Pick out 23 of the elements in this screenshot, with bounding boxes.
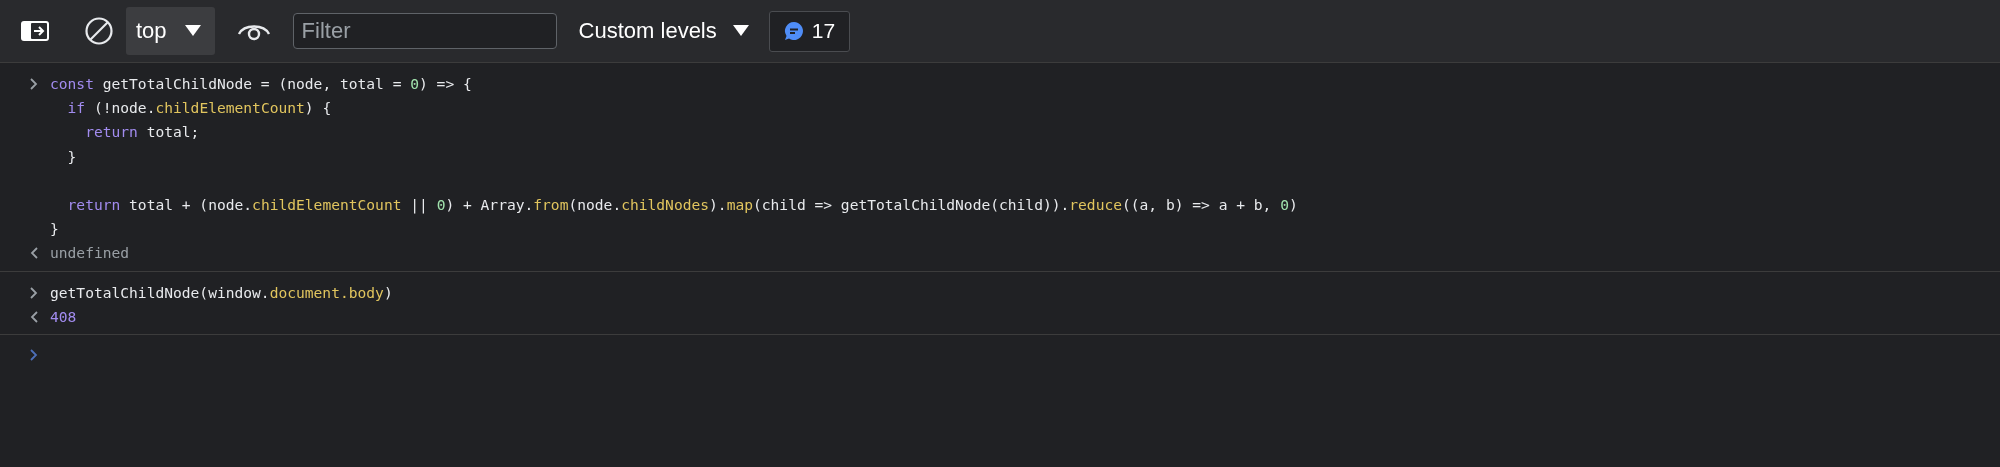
message-icon	[783, 21, 804, 41]
code-line: if (!node.childElementCount) {	[66, 98, 333, 119]
code-line: return total;	[84, 122, 201, 143]
input-chevron-icon	[28, 78, 40, 90]
output-chevron-icon	[28, 247, 40, 260]
filter-input[interactable]: Filter	[292, 13, 557, 49]
code-line: return total + (node.childElementCount || 0) + Array.from(node.childNodes).map(child => getTotalChildNode(child)).reduce((a, b) => a + b, 0)	[66, 195, 1298, 216]
clear-console-icon[interactable]	[84, 16, 114, 46]
context-dropdown[interactable]: top	[126, 7, 215, 55]
sidebar-toggle-icon[interactable]	[20, 20, 50, 42]
result-value: undefined	[50, 243, 130, 264]
code-line: getTotalChildNode(window.document.body)	[50, 282, 393, 303]
result-value: 408	[50, 306, 77, 327]
output-chevron-icon	[28, 310, 40, 323]
input-chevron-icon	[28, 286, 40, 299]
code-line: const getTotalChildNode = (node, total = 0) => {	[50, 74, 473, 94]
code-line: }	[66, 146, 78, 167]
code-line: }	[50, 219, 60, 240]
issues-counter-button[interactable]: 17	[768, 10, 851, 52]
caret-icon	[732, 25, 749, 37]
caret-icon	[184, 25, 201, 37]
prompt-chevron-icon[interactable]	[28, 349, 40, 361]
log-levels-dropdown[interactable]: Custom levels	[572, 17, 755, 45]
